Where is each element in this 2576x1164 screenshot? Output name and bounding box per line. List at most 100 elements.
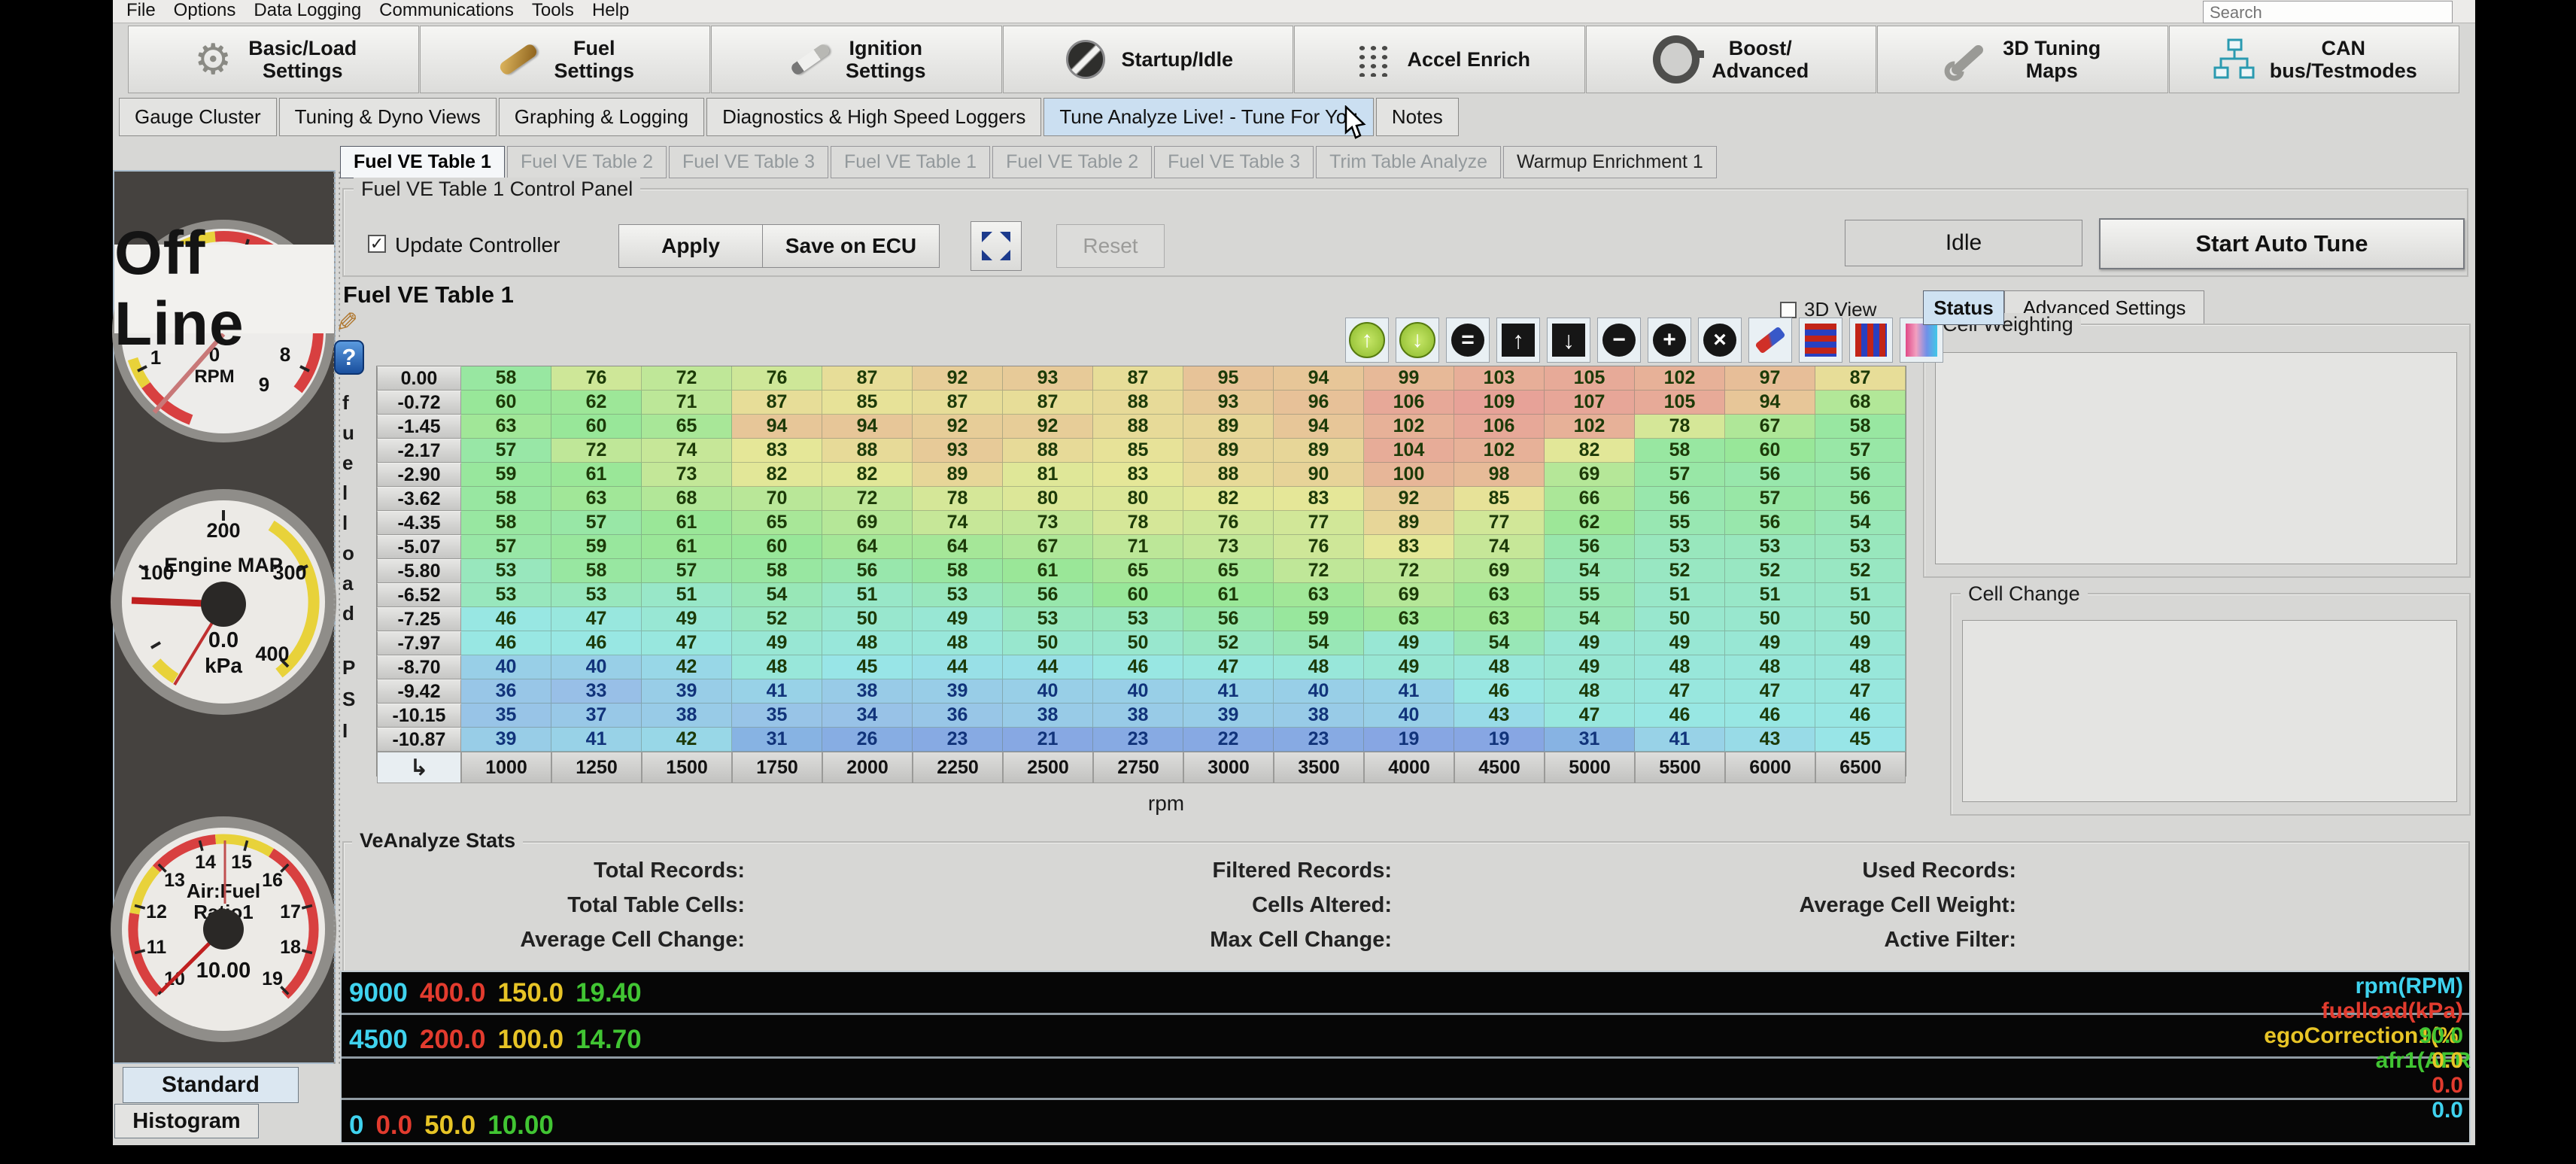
- ve-cell[interactable]: 19: [1454, 728, 1545, 752]
- ve-cell[interactable]: 89: [1274, 439, 1364, 463]
- ve-cell[interactable]: 56: [1725, 463, 1815, 487]
- ve-cell[interactable]: 107: [1545, 391, 1635, 415]
- ve-cell[interactable]: 92: [913, 415, 1003, 439]
- rpm-bin-header[interactable]: 6000: [1725, 752, 1815, 783]
- boost-advanced-button[interactable]: Boost/ Advanced: [1586, 26, 1877, 93]
- menu-item[interactable]: Options: [169, 0, 250, 23]
- ve-cell[interactable]: 50: [1635, 607, 1725, 631]
- ve-cell[interactable]: 56: [1635, 487, 1725, 511]
- ve-cell[interactable]: 74: [913, 511, 1003, 535]
- can-bus-testmodes-button[interactable]: CAN bus/Testmodes: [2169, 26, 2460, 93]
- table-corner-icon[interactable]: ↳: [377, 752, 461, 783]
- load-bin-header[interactable]: -7.25: [377, 607, 461, 631]
- ve-cell[interactable]: 52: [1635, 559, 1725, 583]
- ve-cell[interactable]: 53: [1725, 535, 1815, 559]
- ve-cell[interactable]: 105: [1635, 391, 1725, 415]
- ve-cell[interactable]: 38: [822, 679, 913, 704]
- 3d-view-checkbox[interactable]: [1780, 302, 1797, 318]
- ve-cell[interactable]: 61: [551, 463, 642, 487]
- ve-cell[interactable]: 68: [1815, 391, 1906, 415]
- ve-cell[interactable]: 63: [1364, 607, 1454, 631]
- reset-button[interactable]: Reset: [1056, 224, 1165, 268]
- ve-cell[interactable]: 57: [1725, 487, 1815, 511]
- ve-cell[interactable]: 99: [1364, 366, 1454, 391]
- ve-cell[interactable]: 61: [1183, 583, 1274, 607]
- table-tab[interactable]: Warmup Enrichment 1: [1503, 146, 1717, 178]
- load-bin-header[interactable]: -2.90: [377, 463, 461, 487]
- ve-cell[interactable]: 63: [1454, 607, 1545, 631]
- load-bin-header[interactable]: -8.70: [377, 655, 461, 679]
- ve-cell[interactable]: 76: [1183, 511, 1274, 535]
- ve-cell[interactable]: 49: [913, 607, 1003, 631]
- ve-cell[interactable]: 61: [642, 535, 732, 559]
- set-equal-button[interactable]: =: [1446, 318, 1490, 363]
- ve-cell[interactable]: 49: [1364, 631, 1454, 655]
- ve-cell[interactable]: 63: [461, 415, 551, 439]
- rpm-bin-header[interactable]: 1250: [551, 752, 642, 783]
- ve-cell[interactable]: 58: [461, 366, 551, 391]
- ve-cell[interactable]: 48: [1815, 655, 1906, 679]
- ve-cell[interactable]: 72: [1274, 559, 1364, 583]
- rpm-bin-header[interactable]: 4500: [1454, 752, 1545, 783]
- ve-cell[interactable]: 89: [1183, 415, 1274, 439]
- increase-green-button[interactable]: ↑: [1345, 318, 1389, 363]
- load-bin-header[interactable]: -4.35: [377, 511, 461, 535]
- ve-cell[interactable]: 58: [551, 559, 642, 583]
- ve-cell[interactable]: 77: [1274, 511, 1364, 535]
- ve-cell[interactable]: 48: [1545, 679, 1635, 704]
- load-bin-header[interactable]: -10.15: [377, 704, 461, 728]
- ve-cell[interactable]: 48: [1635, 655, 1725, 679]
- ve-cell[interactable]: 82: [732, 463, 822, 487]
- ve-cell[interactable]: 64: [913, 535, 1003, 559]
- primary-tab[interactable]: Tune Analyze Live! - Tune For You: [1043, 98, 1374, 136]
- decrement-button[interactable]: −: [1597, 318, 1641, 363]
- ve-cell[interactable]: 42: [642, 728, 732, 752]
- fuel-settings-button[interactable]: Fuel Settings: [420, 26, 711, 93]
- 3d-tuning-maps-button[interactable]: 3D Tuning Maps: [1877, 26, 2168, 93]
- ve-cell[interactable]: 71: [642, 391, 732, 415]
- increment-button[interactable]: +: [1648, 318, 1691, 363]
- ve-cell[interactable]: 53: [461, 583, 551, 607]
- ve-cell[interactable]: 73: [1183, 535, 1274, 559]
- ve-cell[interactable]: 54: [732, 583, 822, 607]
- ve-cell[interactable]: 49: [1815, 631, 1906, 655]
- ve-cell[interactable]: 56: [1815, 463, 1906, 487]
- ve-cell[interactable]: 61: [1003, 559, 1093, 583]
- ve-cell[interactable]: 80: [1093, 487, 1183, 511]
- load-bin-header[interactable]: -10.87: [377, 728, 461, 752]
- table-tab[interactable]: Fuel VE Table 1: [340, 146, 505, 178]
- ve-cell[interactable]: 64: [822, 535, 913, 559]
- table-tab[interactable]: Fuel VE Table 1: [831, 146, 990, 178]
- ve-cell[interactable]: 106: [1454, 415, 1545, 439]
- table-tab[interactable]: Fuel VE Table 3: [1154, 146, 1314, 178]
- ve-cell[interactable]: 56: [1545, 535, 1635, 559]
- rpm-bin-header[interactable]: 2500: [1003, 752, 1093, 783]
- ve-cell[interactable]: 97: [1725, 366, 1815, 391]
- ve-cell[interactable]: 35: [732, 704, 822, 728]
- ve-cell[interactable]: 45: [822, 655, 913, 679]
- ve-cell[interactable]: 93: [1183, 391, 1274, 415]
- ve-cell[interactable]: 89: [913, 463, 1003, 487]
- ve-cell[interactable]: 80: [1003, 487, 1093, 511]
- ve-cell[interactable]: 41: [1635, 728, 1725, 752]
- ve-cell[interactable]: 46: [1454, 679, 1545, 704]
- ve-cell[interactable]: 46: [1815, 704, 1906, 728]
- load-bin-header[interactable]: -0.72: [377, 391, 461, 415]
- ve-cell[interactable]: 95: [1183, 366, 1274, 391]
- ve-cell[interactable]: 78: [913, 487, 1003, 511]
- ve-cell[interactable]: 92: [1003, 415, 1093, 439]
- rpm-bin-header[interactable]: 1000: [461, 752, 551, 783]
- startup-idle-button[interactable]: Startup/Idle: [1003, 26, 1294, 93]
- ve-cell[interactable]: 88: [1003, 439, 1093, 463]
- primary-tab[interactable]: Diagnostics & High Speed Loggers: [706, 98, 1041, 136]
- ve-cell[interactable]: 93: [913, 439, 1003, 463]
- ve-cell[interactable]: 51: [1635, 583, 1725, 607]
- ve-cell[interactable]: 68: [642, 487, 732, 511]
- eraser-button[interactable]: [1748, 318, 1792, 363]
- expand-table-button[interactable]: [971, 221, 1022, 271]
- ve-cell[interactable]: 47: [642, 631, 732, 655]
- ve-cell[interactable]: 39: [642, 679, 732, 704]
- ve-cell[interactable]: 106: [1364, 391, 1454, 415]
- shift-up-button[interactable]: ↑: [1496, 318, 1540, 363]
- ve-cell[interactable]: 59: [551, 535, 642, 559]
